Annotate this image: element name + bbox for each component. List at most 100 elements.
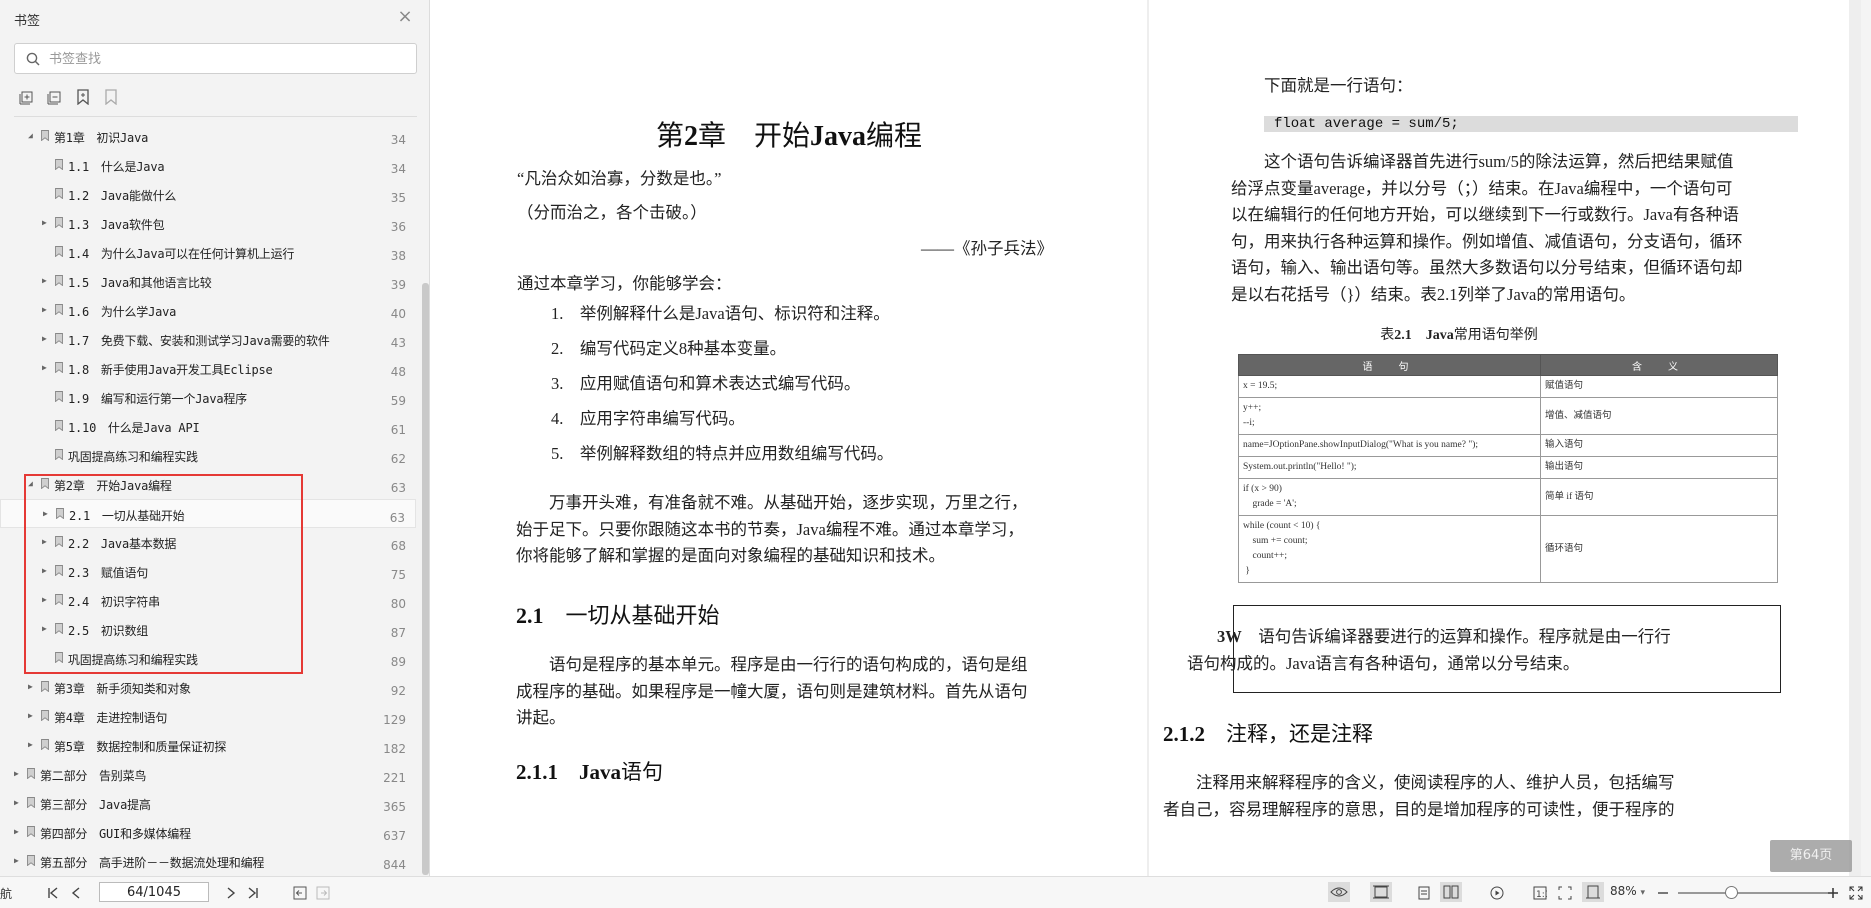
bookmark-item[interactable]: ◢ 第1章 初识Java 34: [0, 122, 416, 151]
bookmark-item[interactable]: 1.1 什么是Java 34: [0, 151, 416, 180]
last-page-icon[interactable]: [247, 886, 259, 900]
nav-label[interactable]: 导航: [0, 885, 12, 902]
code-line: float average = sum/5;: [1264, 116, 1798, 132]
bookmark-item[interactable]: ▶ 第二部分 告别菜鸟 221: [0, 760, 416, 789]
collapse-arrow-icon[interactable]: ◢: [28, 131, 36, 141]
sidebar-scrollbar[interactable]: [422, 283, 429, 875]
first-page-icon[interactable]: [47, 886, 59, 900]
expand-arrow-icon[interactable]: ▶: [42, 334, 50, 344]
bookmark-item[interactable]: 1.4 为什么Java可以在任何计算机上运行 38: [0, 238, 416, 267]
bookmark-search-box[interactable]: [14, 43, 417, 74]
expand-arrow-icon[interactable]: ▶: [42, 276, 50, 286]
fullscreen-icon[interactable]: [1849, 886, 1863, 900]
table-row: y++; --i; 增值、减值语句: [1238, 397, 1778, 435]
expand-arrow-icon[interactable]: ▶: [42, 537, 50, 547]
bookmark-item[interactable]: ▶ 第4章 走进控制语句 129: [0, 702, 416, 731]
bookmark-page-number: 62: [390, 452, 406, 466]
zoom-in-icon[interactable]: [1827, 886, 1839, 900]
expand-all-icon[interactable]: [18, 88, 36, 106]
bookmark-label: 2.2 Java基本数据: [68, 537, 177, 551]
play-icon[interactable]: [1490, 886, 1504, 900]
bookmark-page-number: 61: [390, 423, 406, 437]
fit-window-icon[interactable]: [1582, 882, 1604, 902]
bookmark-item[interactable]: ▶ 第四部分 GUI和多媒体编程 637: [0, 818, 416, 847]
expand-arrow-icon[interactable]: ▶: [14, 827, 22, 837]
bookmark-item[interactable]: ▶ 第三部分 Java提高 365: [0, 789, 416, 818]
expand-arrow-icon[interactable]: ▶: [42, 566, 50, 576]
paragraph: 这个语句告诉编译器首先进行sum/5的除法运算，然后把结果赋值 给浮点变量aver…: [1231, 152, 1743, 304]
forward-icon[interactable]: [316, 886, 330, 900]
bookmark-item[interactable]: 1.10 什么是Java API 61: [0, 412, 416, 441]
bookmark-item[interactable]: ▶ 2.2 Java基本数据 68: [0, 528, 416, 557]
expand-arrow-icon[interactable]: ▶: [14, 798, 22, 808]
close-icon[interactable]: ×: [396, 8, 414, 26]
table-header: 语 句: [1238, 354, 1541, 376]
bookmark-item[interactable]: 巩固提高练习和编程实践 62: [0, 441, 416, 470]
bookmark-item[interactable]: ▶ 1.8 新手使用Java开发工具Eclipse 48: [0, 354, 416, 383]
page-number-input[interactable]: [99, 882, 209, 902]
zoom-level[interactable]: 88% ▾: [1610, 884, 1645, 898]
expand-arrow-icon[interactable]: ▶: [42, 624, 50, 634]
bookmark-icon: [41, 130, 49, 141]
bookmark-item[interactable]: 1.9 编写和运行第一个Java程序 59: [0, 383, 416, 412]
zoom-slider-handle[interactable]: [1724, 886, 1738, 899]
bookmark-page-number: 221: [383, 771, 406, 785]
expand-arrow-icon[interactable]: ▶: [42, 305, 50, 315]
bookmark-item[interactable]: ▶ 1.5 Java和其他语言比较 39: [0, 267, 416, 296]
expand-arrow-icon[interactable]: ▶: [43, 509, 51, 519]
subsection-heading: 2.1.1 Java语句: [516, 760, 663, 784]
bookmark-item[interactable]: ▶ 2.3 赋值语句 75: [0, 557, 416, 586]
expand-arrow-icon[interactable]: ▶: [14, 856, 22, 866]
bookmark-item[interactable]: ▶ 2.4 初识字符串 80: [0, 586, 416, 615]
eye-protection-icon[interactable]: [1328, 882, 1350, 902]
bookmark-item[interactable]: ▶ 2.5 初识数组 87: [0, 615, 416, 644]
bookmark-label: 1.7 免费下载、安装和测试学习Java需要的软件: [68, 334, 330, 348]
next-page-icon[interactable]: [226, 886, 236, 900]
bookmark-item[interactable]: ▶ 第3章 新手须知类和对象 92: [0, 673, 416, 702]
bookmark-label: 第3章 新手须知类和对象: [54, 682, 191, 696]
bookmark-page-number: 637: [383, 829, 406, 843]
bookmark-icon: [55, 391, 63, 402]
bookmark-search-input[interactable]: [49, 49, 409, 69]
collapse-all-icon[interactable]: [46, 88, 64, 106]
expand-arrow-icon[interactable]: ▶: [42, 595, 50, 605]
bookmark-item[interactable]: ▶ 第五部分 高手进阶－－数据流处理和编程 844: [0, 847, 416, 876]
prev-page-icon[interactable]: [71, 886, 81, 900]
collapse-arrow-icon[interactable]: ◢: [28, 479, 36, 489]
bookmark-icon: [55, 217, 63, 228]
bookmark-item[interactable]: ▶ 2.1 一切从基础开始 63: [0, 499, 416, 528]
expand-arrow-icon[interactable]: ▶: [28, 711, 36, 721]
bookmark-item[interactable]: ▶ 1.3 Java软件包 36: [0, 209, 416, 238]
paragraph: 下面就是一行语句：: [1231, 76, 1413, 95]
single-page-icon[interactable]: [1418, 886, 1430, 900]
bookmark-icon: [41, 681, 49, 692]
bookmark-page-number: 34: [390, 133, 406, 147]
expand-arrow-icon[interactable]: ▶: [42, 363, 50, 373]
bookmark-item[interactable]: ◢ 第2章 开始Java编程 63: [0, 470, 416, 499]
expand-arrow-icon[interactable]: ▶: [42, 218, 50, 228]
bookmark-item[interactable]: 巩固提高练习和编程实践 89: [0, 644, 416, 673]
bookmark-item[interactable]: ▶ 1.7 免费下载、安装和测试学习Java需要的软件 43: [0, 325, 416, 354]
back-icon[interactable]: [293, 886, 307, 900]
bookmark-page-number: 75: [390, 568, 406, 582]
viewer-scrollbar[interactable]: [1861, 0, 1871, 876]
actual-size-icon[interactable]: 1:1: [1533, 886, 1547, 900]
expand-arrow-icon[interactable]: ▶: [28, 682, 36, 692]
bookmark-icon: [55, 652, 63, 663]
fit-width-icon[interactable]: [1558, 886, 1572, 900]
two-page-icon[interactable]: [1440, 882, 1462, 902]
bookmark-item[interactable]: ▶ 1.6 为什么学Java 40: [0, 296, 416, 325]
bookmark-label: 第5章 数据控制和质量保证初探: [54, 740, 227, 754]
expand-arrow-icon[interactable]: ▶: [14, 769, 22, 779]
expand-arrow-icon[interactable]: ▶: [28, 740, 36, 750]
add-bookmark-icon[interactable]: [74, 88, 92, 106]
bookmark-item[interactable]: ▶ 第5章 数据控制和质量保证初探 182: [0, 731, 416, 760]
bookmark-label: 第五部分 高手进阶－－数据流处理和编程: [40, 856, 265, 870]
bookmark-item[interactable]: 1.2 Java能做什么 35: [0, 180, 416, 209]
zoom-out-icon[interactable]: [1657, 886, 1669, 900]
svg-text:1:1: 1:1: [1536, 890, 1547, 900]
table-header: 含 义: [1540, 354, 1778, 376]
fit-page-icon[interactable]: [1370, 882, 1392, 902]
zoom-slider[interactable]: [1678, 892, 1828, 894]
delete-bookmark-icon[interactable]: [102, 88, 120, 106]
